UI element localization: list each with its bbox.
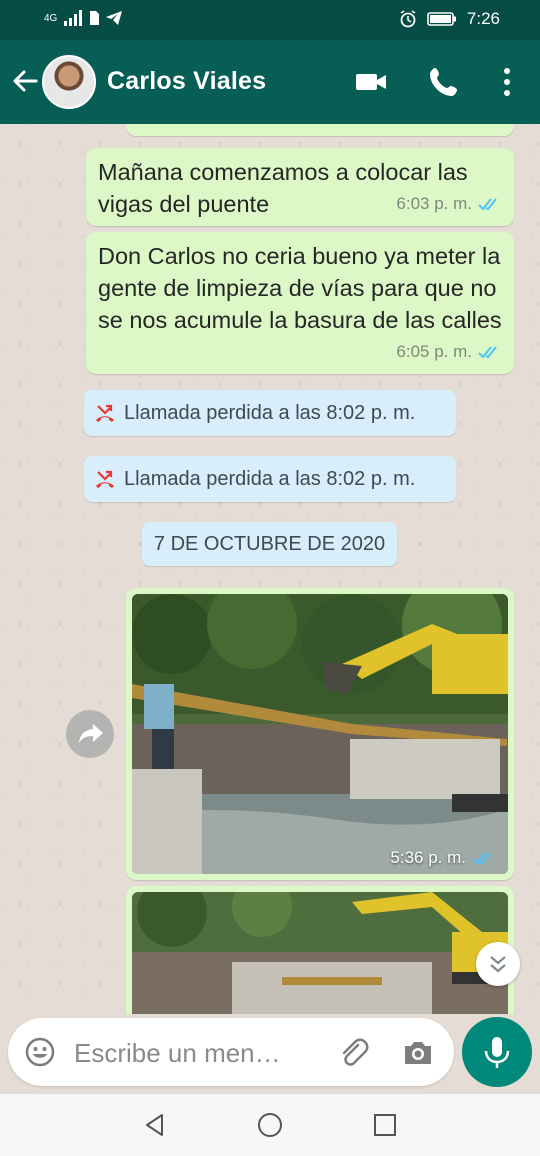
microphone-icon — [484, 1037, 510, 1068]
back-triangle-icon[interactable] — [142, 1112, 168, 1138]
message-input[interactable]: Escribe un men… — [74, 1038, 281, 1069]
telegram-icon — [106, 11, 123, 25]
photo-message[interactable]: 5:36 p. m. — [126, 588, 514, 880]
recents-square-icon[interactable] — [372, 1112, 398, 1138]
missed-call-icon — [96, 470, 114, 488]
outgoing-message[interactable]: Mañana comenzamos a colocar las vigas de… — [86, 148, 514, 226]
voice-call-icon[interactable] — [427, 65, 461, 99]
home-circle-icon[interactable] — [257, 1112, 283, 1138]
missed-call-icon — [96, 404, 114, 422]
missed-call-notice[interactable]: Llamada perdida a las 8:02 p. m. — [84, 456, 456, 502]
message-meta: 6:03 p. m. — [396, 188, 502, 220]
scroll-to-bottom-button[interactable] — [476, 942, 520, 986]
message-text: Don Carlos no ceria bueno ya meter la ge… — [98, 243, 502, 333]
battery-icon — [427, 12, 456, 26]
chat-area[interactable]: Mañana comenzamos a colocar las vigas de… — [0, 124, 540, 1014]
missed-call-notice[interactable]: Llamada perdida a las 8:02 p. m. — [84, 390, 456, 436]
camera-icon[interactable] — [401, 1036, 435, 1070]
read-ticks-icon — [478, 346, 497, 359]
date-separator: 7 DE OCTUBRE DE 2020 — [142, 522, 397, 566]
attach-icon[interactable] — [336, 1036, 370, 1070]
contact-name[interactable]: Carlos Viales — [107, 67, 266, 96]
alarm-icon — [400, 10, 416, 28]
forward-icon — [79, 724, 103, 743]
clock: 7:26 — [466, 9, 500, 28]
message-time: 6:05 p. m. — [396, 342, 472, 361]
bridge-construction-photo[interactable]: 5:36 p. m. — [132, 594, 508, 874]
bridge-construction-photo[interactable] — [132, 892, 508, 1014]
back-arrow-icon[interactable] — [10, 66, 40, 96]
missed-call-text: Llamada perdida a las 8:02 p. m. — [124, 401, 416, 424]
message-input-bar[interactable]: Escribe un men… — [8, 1018, 454, 1086]
photo-time: 5:36 p. m. — [390, 848, 466, 867]
video-call-icon[interactable] — [354, 65, 388, 99]
sim-icon — [90, 11, 100, 25]
missed-call-text: Llamada perdida a las 8:02 p. m. — [124, 467, 416, 490]
previous-photo-message[interactable] — [126, 124, 514, 136]
voice-message-button[interactable] — [462, 1017, 532, 1087]
status-bar: 4G 7:26 — [0, 0, 540, 40]
forward-button[interactable] — [66, 710, 114, 758]
system-nav-bar — [0, 1094, 540, 1156]
network-type: 4G — [44, 12, 58, 24]
photo-meta: 5:36 p. m. — [390, 848, 496, 868]
double-chevron-down-icon — [490, 956, 506, 973]
emoji-icon[interactable] — [24, 1036, 56, 1068]
read-ticks-icon — [478, 198, 497, 211]
outgoing-message[interactable]: Don Carlos no ceria bueno ya meter la ge… — [86, 232, 514, 374]
signal-icon — [64, 10, 83, 26]
message-meta: 6:05 p. m. — [396, 336, 502, 368]
message-time: 6:03 p. m. — [396, 194, 472, 213]
more-options-icon[interactable] — [490, 65, 524, 99]
photo-message[interactable] — [126, 886, 514, 1014]
chat-header: Carlos Viales — [0, 40, 540, 124]
read-ticks-icon — [472, 852, 491, 865]
contact-avatar[interactable] — [42, 55, 96, 109]
